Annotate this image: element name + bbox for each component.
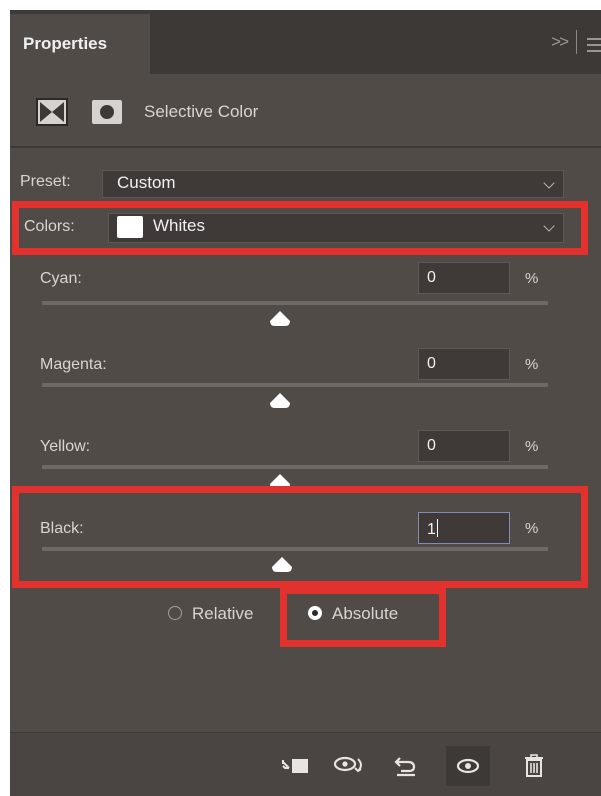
- preset-value: Custom: [117, 173, 176, 192]
- preset-dropdown[interactable]: Custom: [102, 170, 564, 198]
- yellow-input[interactable]: 0: [418, 430, 510, 462]
- yellow-label: Yellow:: [40, 438, 91, 455]
- view-previous-state-icon[interactable]: [328, 746, 372, 786]
- layer-mask-icon[interactable]: [92, 100, 122, 124]
- relative-radio[interactable]: [168, 606, 182, 620]
- adjustment-title: Selective Color: [144, 102, 259, 121]
- magenta-unit: %: [525, 356, 539, 373]
- selective-color-adjustment-icon[interactable]: [36, 98, 68, 126]
- cyan-input[interactable]: 0: [418, 262, 510, 294]
- panel-header: Properties >>: [10, 10, 601, 74]
- preset-label: Preset:: [20, 173, 71, 190]
- cyan-slider-track[interactable]: [42, 301, 548, 305]
- toolbar-border: [10, 732, 601, 733]
- properties-panel: Properties >> Selective Color Preset: Cu…: [10, 10, 601, 796]
- hamburger-menu-icon[interactable]: [587, 38, 601, 52]
- colors-highlight-box: [12, 201, 588, 255]
- cyan-label: Cyan:: [40, 270, 82, 287]
- black-highlight-box: [12, 486, 588, 588]
- tab-properties-label: Properties: [23, 34, 108, 53]
- delete-trash-icon[interactable]: [512, 746, 556, 786]
- section-divider: [10, 146, 601, 148]
- double-chevron-right-icon[interactable]: >>: [551, 32, 569, 52]
- reset-icon[interactable]: [384, 746, 428, 786]
- tab-properties[interactable]: Properties: [10, 14, 150, 74]
- clip-to-layer-icon[interactable]: [274, 746, 318, 786]
- magenta-slider-track[interactable]: [42, 383, 548, 387]
- absolute-highlight-box: [280, 587, 446, 647]
- yellow-unit: %: [525, 438, 539, 455]
- yellow-slider-track[interactable]: [42, 465, 548, 469]
- cyan-unit: %: [525, 270, 539, 287]
- relative-label[interactable]: Relative: [192, 604, 253, 624]
- chevron-down-icon: [543, 177, 555, 189]
- magenta-label: Magenta:: [40, 356, 107, 373]
- magenta-input[interactable]: 0: [418, 348, 510, 380]
- header-divider: [576, 30, 577, 54]
- visibility-eye-icon[interactable]: [446, 746, 490, 786]
